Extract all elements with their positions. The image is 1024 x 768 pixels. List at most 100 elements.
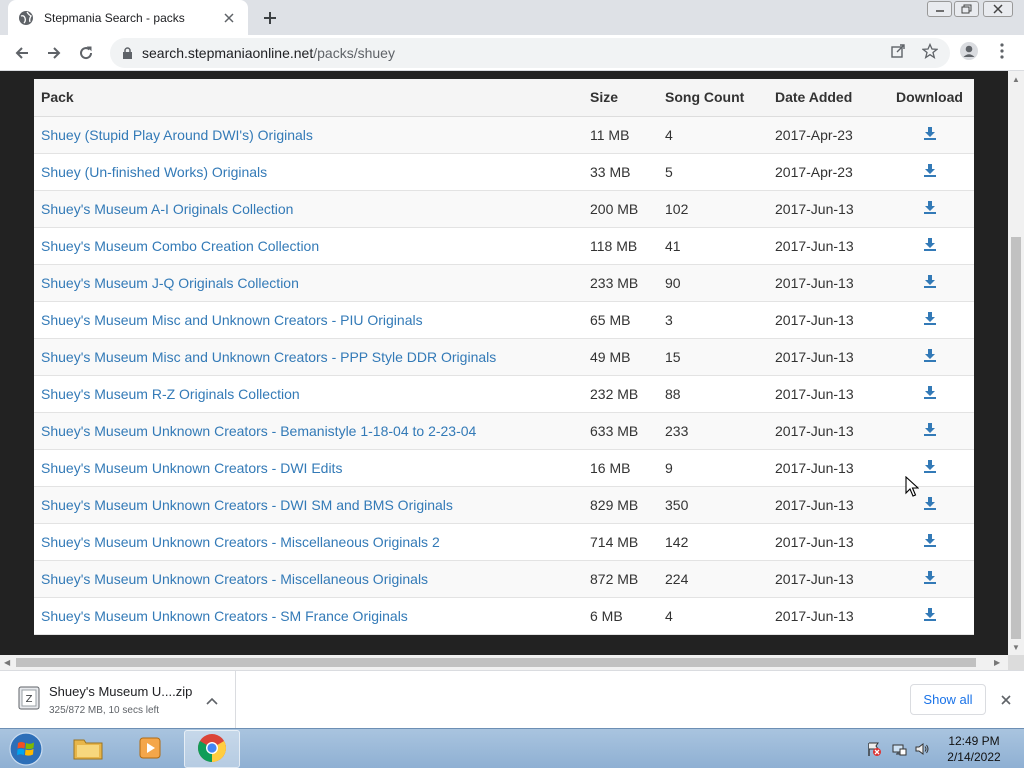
media-player-icon (136, 734, 164, 765)
download-cell (885, 597, 974, 634)
volume-icon[interactable] (914, 741, 930, 757)
download-cell (885, 338, 974, 375)
download-cell (885, 486, 974, 523)
back-button[interactable] (8, 39, 36, 67)
download-icon[interactable] (923, 200, 937, 214)
download-icon[interactable] (923, 311, 937, 325)
network-icon[interactable] (891, 741, 907, 757)
download-status: 325/872 MB, 10 secs left (49, 705, 160, 716)
header-size[interactable]: Size (583, 79, 658, 116)
pack-link[interactable]: Shuey's Museum Misc and Unknown Creators… (41, 312, 423, 328)
header-download[interactable]: Download (885, 79, 974, 116)
date-added-cell: 2017-Jun-13 (775, 607, 854, 624)
show-all-button[interactable]: Show all (910, 684, 986, 715)
address-bar[interactable]: search.stepmaniaonline.net/packs/shuey (110, 38, 950, 68)
size-cell: 16 MB (590, 459, 631, 476)
song-count-cell: 102 (665, 200, 689, 217)
date-added-cell: 2017-Jun-13 (775, 533, 854, 550)
download-icon[interactable] (923, 348, 937, 362)
profile-avatar-icon[interactable] (959, 41, 979, 61)
pack-link[interactable]: Shuey's Museum J-Q Originals Collection (41, 275, 299, 291)
scroll-left-arrow-icon[interactable]: ◀ (4, 658, 10, 667)
pack-cell: Shuey's Museum R-Z Originals Collection (34, 375, 583, 412)
vertical-scrollbar[interactable]: ▲ ▼ (1008, 71, 1024, 655)
song-count-cell: 88 (665, 385, 681, 402)
new-tab-button[interactable] (258, 6, 282, 30)
browser-tab[interactable]: Stepmania Search - packs (8, 0, 248, 35)
download-cell (885, 449, 974, 486)
header-date-added[interactable]: Date Added (768, 79, 885, 116)
horizontal-scrollbar[interactable]: ◀ ▶ (0, 655, 1008, 670)
download-item[interactable]: Z Shuey's Museum U....zip 325/872 MB, 10… (0, 671, 236, 729)
pack-cell: Shuey's Museum Unknown Creators - DWI Ed… (34, 449, 583, 486)
song-count-cell: 350 (665, 496, 689, 513)
pack-cell: Shuey's Museum Unknown Creators - Miscel… (34, 523, 583, 560)
download-shelf: Z Shuey's Museum U....zip 325/872 MB, 10… (0, 670, 1024, 729)
pack-cell: Shuey (Stupid Play Around DWI's) Origina… (34, 116, 583, 153)
bookmark-star-icon[interactable] (920, 41, 940, 61)
download-icon[interactable] (923, 385, 937, 399)
share-icon[interactable] (888, 41, 908, 61)
pack-link[interactable]: Shuey's Museum Unknown Creators - SM Fra… (41, 608, 408, 624)
start-button[interactable] (6, 730, 46, 768)
pack-link[interactable]: Shuey's Museum Unknown Creators - Miscel… (41, 571, 428, 587)
minimize-button[interactable] (926, 0, 953, 18)
taskbar-clock[interactable]: 12:49 PM 2/14/2022 (938, 733, 1010, 765)
pack-link[interactable]: Shuey's Museum Misc and Unknown Creators… (41, 349, 496, 365)
scroll-right-arrow-icon[interactable]: ▶ (994, 658, 1000, 667)
restore-button[interactable] (953, 0, 980, 18)
packs-table: Pack Size Song Count Date Added Download… (34, 79, 974, 635)
download-icon[interactable] (923, 237, 937, 251)
scroll-up-arrow-icon[interactable]: ▲ (1012, 75, 1020, 84)
clock-time: 12:49 PM (948, 734, 1000, 748)
download-icon[interactable] (923, 570, 937, 584)
taskbar-explorer[interactable] (60, 730, 116, 768)
close-tab-icon[interactable] (220, 9, 238, 27)
download-icon[interactable] (923, 607, 937, 621)
download-icon[interactable] (923, 274, 937, 288)
header-song-count[interactable]: Song Count (658, 79, 768, 116)
download-icon[interactable] (923, 496, 937, 510)
menu-kebab-icon[interactable] (992, 41, 1012, 61)
lock-icon[interactable] (120, 46, 134, 60)
vertical-scroll-thumb[interactable] (1011, 237, 1021, 639)
pack-link[interactable]: Shuey's Museum Combo Creation Collection (41, 238, 319, 254)
size-cell: 33 MB (590, 163, 631, 180)
scroll-down-arrow-icon[interactable]: ▼ (1012, 643, 1020, 652)
horizontal-scroll-thumb[interactable] (16, 658, 976, 667)
taskbar-media-player[interactable] (122, 730, 178, 768)
download-icon[interactable] (923, 459, 937, 473)
download-icon[interactable] (923, 533, 937, 547)
pack-link[interactable]: Shuey's Museum Unknown Creators - DWI Ed… (41, 460, 342, 476)
browser-toolbar: search.stepmaniaonline.net/packs/shuey (0, 35, 1024, 71)
pack-link[interactable]: Shuey's Museum Unknown Creators - Bemani… (41, 423, 476, 439)
table-header-row: Pack Size Song Count Date Added Download (34, 79, 974, 116)
song-count-cell: 15 (665, 348, 681, 365)
table-row: Shuey's Museum Misc and Unknown Creators… (34, 338, 974, 375)
svg-text:Z: Z (26, 694, 33, 705)
pack-link[interactable]: Shuey (Stupid Play Around DWI's) Origina… (41, 127, 313, 143)
pack-link[interactable]: Shuey's Museum R-Z Originals Collection (41, 386, 300, 402)
pack-link[interactable]: Shuey's Museum A-I Originals Collection (41, 201, 293, 217)
close-shelf-icon[interactable] (996, 690, 1016, 710)
size-cell: 65 MB (590, 311, 631, 328)
pack-link[interactable]: Shuey (Un-finished Works) Originals (41, 164, 267, 180)
download-cell (885, 190, 974, 227)
window-close-button[interactable] (982, 0, 1014, 18)
pack-link[interactable]: Shuey's Museum Unknown Creators - DWI SM… (41, 497, 453, 513)
pack-link[interactable]: Shuey's Museum Unknown Creators - Miscel… (41, 534, 440, 550)
reload-button[interactable] (72, 39, 100, 67)
download-icon[interactable] (923, 126, 937, 140)
header-pack[interactable]: Pack (34, 79, 583, 116)
size-cell: 829 MB (590, 496, 639, 513)
forward-button[interactable] (40, 39, 68, 67)
download-icon[interactable] (923, 422, 937, 436)
download-cell (885, 523, 974, 560)
taskbar-chrome[interactable] (184, 730, 240, 768)
action-center-flag-icon[interactable] (866, 741, 882, 757)
download-cell (885, 301, 974, 338)
chevron-up-icon[interactable] (204, 693, 220, 709)
date-added-cell: 2017-Jun-13 (775, 311, 854, 328)
size-cell: 872 MB (590, 570, 639, 587)
download-icon[interactable] (923, 163, 937, 177)
